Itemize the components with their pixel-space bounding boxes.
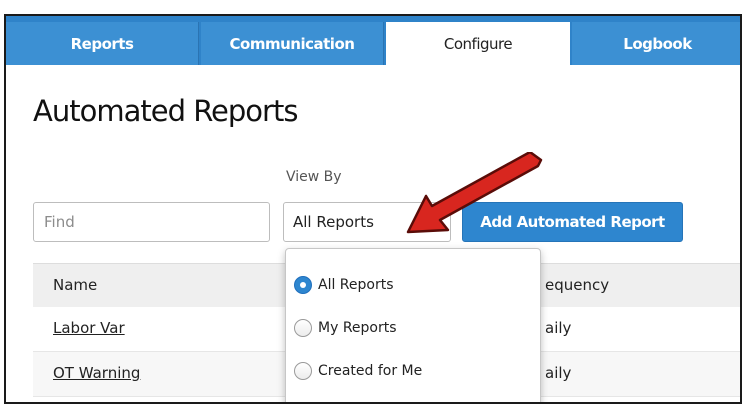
column-header-name[interactable]: Name xyxy=(53,276,97,294)
page-title: Automated Reports xyxy=(33,94,298,128)
view-by-label: View By xyxy=(286,169,342,185)
tab-configure[interactable]: Configure xyxy=(386,22,570,65)
tab-communication[interactable]: Communication xyxy=(201,22,384,65)
dropdown-option-label: All Reports xyxy=(318,277,394,293)
view-by-selected-value: All Reports xyxy=(293,213,374,231)
dropdown-option-created-for-me[interactable]: Created for Me xyxy=(294,359,422,383)
radio-unchecked-icon[interactable] xyxy=(294,362,312,380)
report-frequency: aily xyxy=(545,319,572,337)
red-pointer-arrow-icon xyxy=(406,152,543,234)
find-input[interactable] xyxy=(33,202,270,242)
tab-logbook[interactable]: Logbook xyxy=(572,22,740,65)
report-name-link[interactable]: OT Warning xyxy=(53,364,140,382)
radio-unchecked-icon[interactable] xyxy=(294,319,312,337)
dropdown-option-label: Created for Me xyxy=(318,363,423,379)
app-window: Reports Communication Configure Logbook … xyxy=(4,14,742,404)
report-name-link[interactable]: Labor Var xyxy=(53,319,125,337)
dropdown-option-all-reports[interactable]: All Reports xyxy=(294,273,394,297)
dropdown-option-label: My Reports xyxy=(318,320,397,336)
radio-checked-icon[interactable] xyxy=(294,276,312,294)
tab-bar: Reports Communication Configure Logbook xyxy=(6,16,740,65)
dropdown-option-my-reports[interactable]: My Reports xyxy=(294,316,397,340)
column-header-frequency[interactable]: equency xyxy=(545,276,609,294)
tab-reports[interactable]: Reports xyxy=(6,22,199,65)
view-by-dropdown-menu: All Reports My Reports Created for Me xyxy=(285,248,541,402)
report-frequency: aily xyxy=(545,364,572,382)
